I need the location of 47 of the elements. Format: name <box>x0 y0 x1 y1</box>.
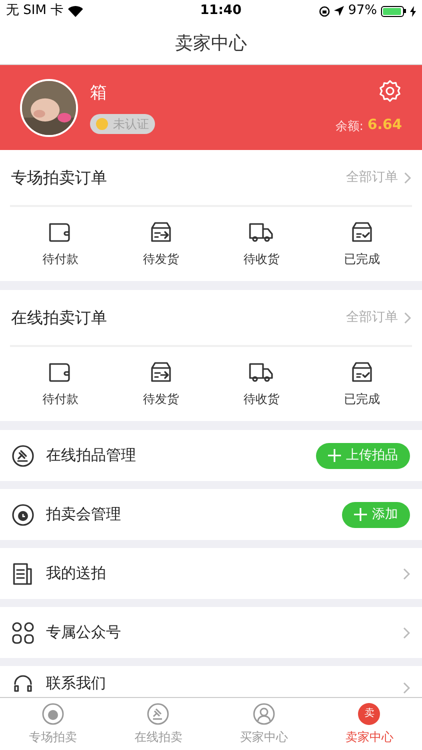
headset-icon <box>12 672 34 694</box>
battery-icon <box>381 6 406 16</box>
user-name: 箱 <box>90 82 107 105</box>
order-status-button[interactable]: 待发货 <box>110 207 211 281</box>
wifi-icon <box>68 6 83 16</box>
battery-percent: 97% <box>348 2 377 20</box>
rotation-lock-icon <box>319 6 330 16</box>
order-status-button[interactable]: 待付款 <box>10 347 110 421</box>
gavel-icon <box>147 702 170 724</box>
charging-icon <box>410 6 416 16</box>
order-status-button[interactable]: 已完成 <box>312 347 412 421</box>
balance-amount: 6.64 <box>367 116 402 135</box>
badge-icon: 卖 <box>358 702 380 724</box>
plus-icon <box>328 449 341 462</box>
menu-row[interactable]: 我的送拍 <box>0 548 422 599</box>
chevron-right-icon <box>403 626 410 638</box>
order-status-button[interactable]: 待付款 <box>10 207 110 281</box>
section-title: 在线拍卖订单 <box>11 306 107 328</box>
alarm-clock-icon <box>12 504 34 526</box>
menu-row[interactable]: 专属公众号 <box>0 607 422 658</box>
location-arrow-icon <box>334 6 344 16</box>
section-title: 专场拍卖订单 <box>11 166 107 188</box>
truck-icon <box>247 360 276 384</box>
alarm-clock-icon <box>42 702 64 724</box>
settings-icon[interactable] <box>378 79 402 103</box>
status-time: 11:40 <box>200 2 242 20</box>
chevron-right-icon <box>403 568 410 580</box>
plus-icon <box>354 508 367 521</box>
order-status-button[interactable]: 已完成 <box>312 207 412 281</box>
chevron-right-icon <box>404 172 411 184</box>
order-status-button[interactable]: 待收货 <box>211 207 312 281</box>
order-status-button[interactable]: 待发货 <box>110 347 211 421</box>
chevron-right-icon <box>404 312 411 324</box>
menu-row[interactable]: 联系我们 <box>0 666 422 697</box>
grid-icon <box>12 622 34 644</box>
user-icon <box>252 702 275 724</box>
menu-row[interactable]: 在线拍品管理 上传拍品 <box>0 430 422 481</box>
carrier-text: 无 SIM 卡 <box>6 2 64 20</box>
chevron-right-icon <box>403 682 410 694</box>
menu-row[interactable]: 拍卖会管理 添加 <box>0 489 422 540</box>
document-icon <box>12 562 34 586</box>
order-status-button[interactable]: 待收货 <box>211 347 312 421</box>
tab-item[interactable]: 卖 卖家中心 <box>316 698 422 750</box>
balance-label: 余额: <box>335 118 364 134</box>
page-title: 卖家中心 <box>175 32 247 56</box>
truck-icon <box>247 220 276 244</box>
gavel-icon <box>12 444 34 466</box>
